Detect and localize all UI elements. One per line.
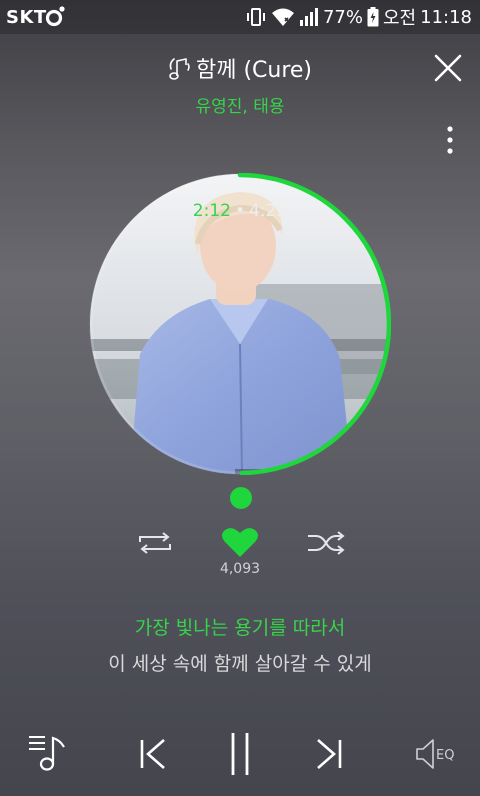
lyric-next-line[interactable]: 이 세상 속에 함께 살아갈 수 있게 — [0, 649, 480, 676]
playlist-icon[interactable] — [27, 733, 69, 773]
progress-indicator-dot[interactable] — [230, 487, 252, 509]
playback-time: 2:12 • 4:25 — [0, 201, 480, 221]
pause-icon[interactable] — [226, 731, 254, 777]
battery-icon — [367, 7, 379, 27]
next-icon[interactable] — [314, 737, 344, 771]
more-vertical-icon[interactable] — [440, 124, 460, 156]
shuffle-icon[interactable] — [308, 531, 345, 555]
status-bar: SKT 77% 오전 11:18 — [0, 0, 480, 34]
clock-ampm: 오전 — [383, 8, 417, 29]
time-separator: • — [234, 201, 246, 221]
like-count: 4,093 — [219, 561, 261, 577]
close-icon[interactable] — [430, 50, 466, 86]
vibrate-icon — [246, 8, 265, 26]
total-time: 4:25 — [249, 201, 288, 221]
status-icons: 77% 오전 11:18 — [245, 6, 472, 29]
heart-icon[interactable] — [221, 526, 259, 558]
battery-percent: 77% — [322, 6, 363, 28]
elapsed-time: 2:12 — [192, 201, 231, 221]
previous-icon[interactable] — [138, 737, 168, 771]
equalizer-icon[interactable]: EQ — [414, 737, 460, 771]
song-title-row: 함께 (Cure) — [0, 52, 480, 84]
lyric-current-line[interactable]: 가장 빛나는 용기를 따라서 — [0, 613, 480, 640]
repeat-icon[interactable] — [136, 531, 174, 555]
song-title[interactable]: 함께 (Cure) — [196, 58, 312, 83]
carrier-label: SKT — [6, 7, 47, 28]
carrier-logo-icon — [45, 6, 65, 27]
clock-time: 11:18 — [420, 6, 472, 28]
wifi-icon — [271, 8, 294, 26]
signal-icon — [299, 8, 318, 26]
eq-label: EQ — [436, 748, 454, 763]
artist-name[interactable]: 유영진, 태용 — [0, 92, 480, 117]
music-note-icon — [169, 58, 190, 80]
